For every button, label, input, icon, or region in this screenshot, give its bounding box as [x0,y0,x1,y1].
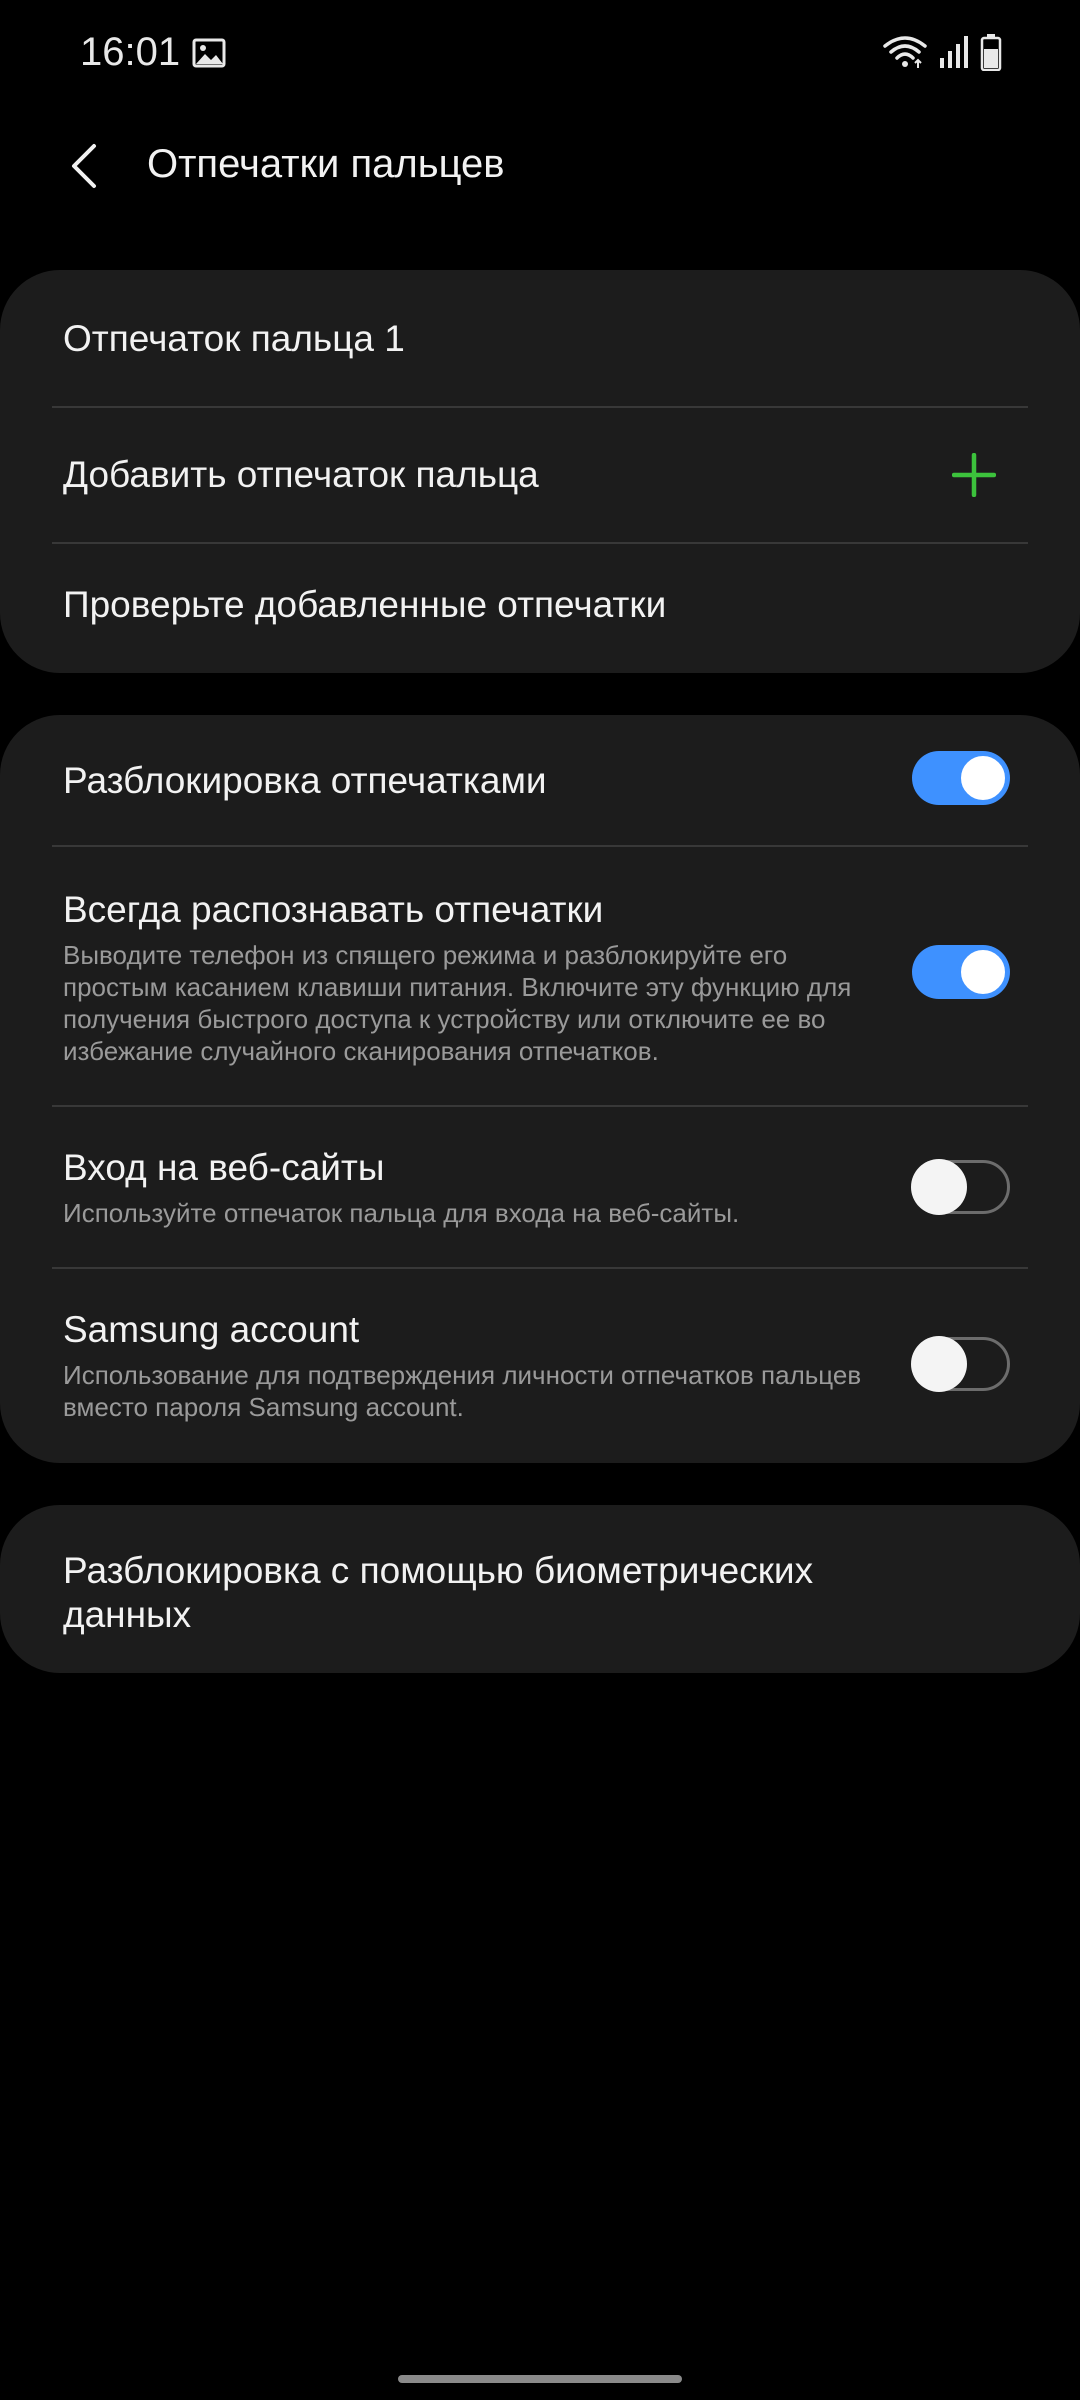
fingerprint-unlock-toggle[interactable] [912,751,1010,805]
status-bar: 16:01 [0,0,1080,110]
web-signin-description: Используйте отпечаток пальца для входа н… [63,1198,740,1228]
wifi-icon [883,36,927,68]
samsung-account-row[interactable]: Samsung account Использование для подтве… [0,1269,1080,1463]
page-title: Отпечатки пальцев [147,142,505,186]
check-fingerprints-button[interactable]: Проверьте добавленные отпечатки [0,544,1080,673]
toggle-knob [911,1336,967,1392]
samsung-account-toggle[interactable] [911,1336,1010,1392]
battery-icon [980,34,1002,71]
fingerprint-item-label: Отпечаток пальца 1 [63,318,405,359]
toggle-knob [911,1159,967,1215]
biometrics-unlock-label: Разблокировка с помощью биометрических д… [63,1550,814,1635]
always-on-description: Выводите телефон из спящего режима и раз… [63,940,852,1066]
web-signin-toggle[interactable] [911,1159,1010,1215]
samsung-account-description: Использование для подтверждения личности… [63,1360,862,1422]
web-signin-label: Вход на веб-сайты [63,1147,385,1188]
home-indicator[interactable] [398,2375,682,2383]
fingerprint-unlock-row[interactable]: Разблокировка отпечатками [0,715,1080,845]
biometrics-card[interactable]: Разблокировка с помощью биометрических д… [0,1505,1080,1673]
always-on-label: Всегда распознавать отпечатки [63,889,604,930]
signal-icon [940,36,968,68]
samsung-account-label: Samsung account [63,1309,360,1350]
add-fingerprint-button[interactable]: Добавить отпечаток пальца [0,408,1080,542]
status-time: 16:01 [80,30,181,74]
status-icons [882,32,1002,72]
gallery-icon [192,38,226,68]
plus-icon [952,453,996,497]
web-signin-row[interactable]: Вход на веб-сайты Используйте отпечаток … [0,1107,1080,1267]
back-arrow-icon[interactable] [62,140,106,192]
add-fingerprint-label: Добавить отпечаток пальца [63,454,539,495]
always-on-toggle[interactable] [912,945,1010,999]
fingerprint-unlock-label: Разблокировка отпечатками [63,760,547,801]
fingerprint-item[interactable]: Отпечаток пальца 1 [0,270,1080,407]
always-on-row[interactable]: Всегда распознавать отпечатки Выводите т… [0,847,1080,1105]
toggle-knob [958,947,1008,997]
check-fingerprints-label: Проверьте добавленные отпечатки [63,584,667,625]
fingerprints-card: Отпечаток пальца 1 Добавить отпечаток па… [0,270,1080,673]
settings-card: Разблокировка отпечатками Всегда распозн… [0,715,1080,1463]
toggle-knob [958,753,1008,803]
app-header: Отпечатки пальцев [0,120,1080,210]
